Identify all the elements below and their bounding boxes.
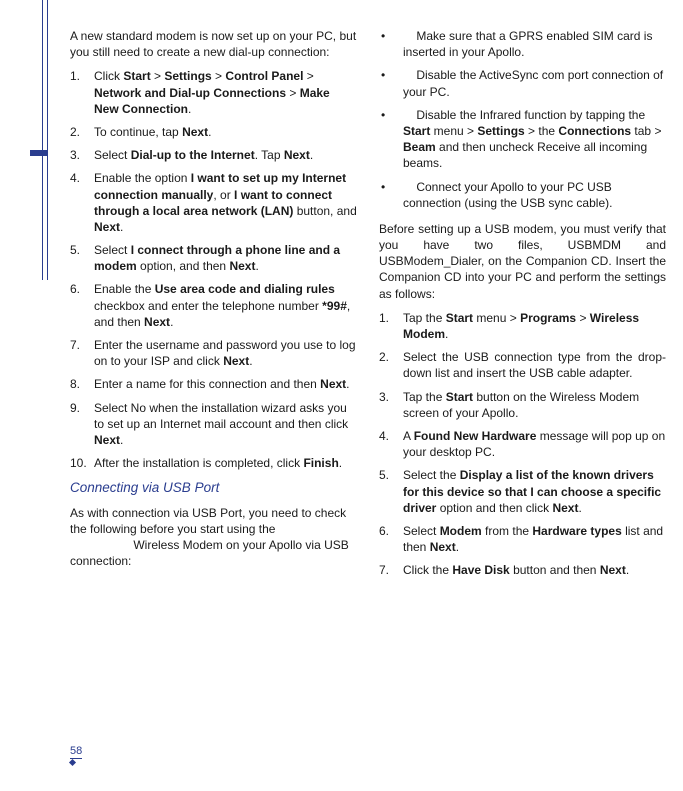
list-item: 2.Select the USB connection type from th…	[379, 349, 666, 381]
bullet-icon: •	[379, 28, 403, 60]
list-number: 5.	[70, 242, 94, 258]
list-item: 5.Select the Display a list of the known…	[379, 467, 666, 516]
list-item: 3.Tap the Start button on the Wireless M…	[379, 389, 666, 421]
list-number: 3.	[379, 389, 403, 405]
list-text: Click Start > Settings > Control Panel >…	[94, 68, 357, 117]
usb-subheading: Connecting via USB Port	[70, 479, 357, 497]
list-number: 9.	[70, 400, 94, 416]
list-item: 5.Select I connect through a phone line …	[70, 242, 357, 274]
list-number: 8.	[70, 376, 94, 392]
list-text: Enter a name for this connection and the…	[94, 376, 357, 392]
page-number: 58	[70, 745, 82, 759]
list-number: 10.	[70, 455, 94, 471]
margin-tab-notch	[30, 150, 48, 156]
list-number: 1.	[379, 310, 403, 326]
list-item: 3.Select Dial-up to the Internet. Tap Ne…	[70, 147, 357, 163]
list-number: 2.	[70, 124, 94, 140]
list-item: 4.Enable the option I want to set up my …	[70, 170, 357, 235]
list-text: Select No when the installation wizard a…	[94, 400, 357, 449]
list-item: 8.Enter a name for this connection and t…	[70, 376, 357, 392]
list-item: 9.Select No when the installation wizard…	[70, 400, 357, 449]
list-item: 1.Click Start > Settings > Control Panel…	[70, 68, 357, 117]
intro-paragraph: A new standard modem is now set up on yo…	[70, 28, 357, 60]
bullet-icon: •	[379, 179, 403, 211]
list-text: Select I connect through a phone line an…	[94, 242, 357, 274]
list-text: After the installation is completed, cli…	[94, 455, 357, 471]
list-item: • Connect your Apollo to your PC USB con…	[379, 179, 666, 211]
setup-steps-list: 1.Click Start > Settings > Control Panel…	[70, 68, 357, 471]
list-text: Click the Have Disk button and then Next…	[403, 562, 666, 578]
list-number: 1.	[70, 68, 94, 84]
list-text: Make sure that a GPRS enabled SIM card i…	[403, 28, 666, 60]
list-item: 10.After the installation is completed, …	[70, 455, 357, 471]
list-number: 6.	[379, 523, 403, 539]
list-text: Tap the Start button on the Wireless Mod…	[403, 389, 666, 421]
list-text: Select Dial-up to the Internet. Tap Next…	[94, 147, 357, 163]
list-number: 5.	[379, 467, 403, 483]
list-text: Disable the ActiveSync com port connecti…	[403, 67, 666, 99]
list-text: Select the Display a list of the known d…	[403, 467, 666, 516]
list-number: 6.	[70, 281, 94, 297]
bullet-icon: •	[379, 67, 403, 99]
left-column: A new standard modem is now set up on yo…	[70, 28, 357, 586]
list-item: • Make sure that a GPRS enabled SIM card…	[379, 28, 666, 60]
right-column: • Make sure that a GPRS enabled SIM card…	[379, 28, 666, 586]
list-item: 6.Select Modem from the Hardware types l…	[379, 523, 666, 555]
page-content: A new standard modem is now set up on yo…	[70, 28, 666, 586]
list-number: 4.	[70, 170, 94, 186]
usb-steps-list: 1.Tap the Start menu > Programs > Wirele…	[379, 310, 666, 579]
list-item: • Disable the ActiveSync com port connec…	[379, 67, 666, 99]
list-item: 4.A Found New Hardware message will pop …	[379, 428, 666, 460]
list-text: Enable the option I want to set up my In…	[94, 170, 357, 235]
list-text: Enter the username and password you use …	[94, 337, 357, 369]
list-number: 4.	[379, 428, 403, 444]
usb-intro-paragraph: As with connection via USB Port, you nee…	[70, 505, 357, 570]
list-item: 2.To continue, tap Next.	[70, 124, 357, 140]
list-number: 7.	[379, 562, 403, 578]
list-number: 2.	[379, 349, 403, 365]
list-text: Connect your Apollo to your PC USB conne…	[403, 179, 666, 211]
list-text: Disable the Infrared function by tapping…	[403, 107, 666, 172]
list-item: 7.Enter the username and password you us…	[70, 337, 357, 369]
usb-modem-paragraph: Before setting up a USB modem, you must …	[379, 221, 666, 302]
list-number: 3.	[70, 147, 94, 163]
bullet-icon: •	[379, 107, 403, 172]
list-number: 7.	[70, 337, 94, 353]
list-text: Select Modem from the Hardware types lis…	[403, 523, 666, 555]
list-text: Enable the Use area code and dialing rul…	[94, 281, 357, 330]
list-text: Tap the Start menu > Programs > Wireless…	[403, 310, 666, 342]
list-text: A Found New Hardware message will pop up…	[403, 428, 666, 460]
list-text: To continue, tap Next.	[94, 124, 357, 140]
prerequisite-bullets: • Make sure that a GPRS enabled SIM card…	[379, 28, 666, 211]
list-item: 6.Enable the Use area code and dialing r…	[70, 281, 357, 330]
margin-tab-line	[42, 0, 48, 280]
list-item: 7.Click the Have Disk button and then Ne…	[379, 562, 666, 578]
list-text: Select the USB connection type from the …	[403, 349, 666, 381]
list-item: 1.Tap the Start menu > Programs > Wirele…	[379, 310, 666, 342]
list-item: • Disable the Infrared function by tappi…	[379, 107, 666, 172]
